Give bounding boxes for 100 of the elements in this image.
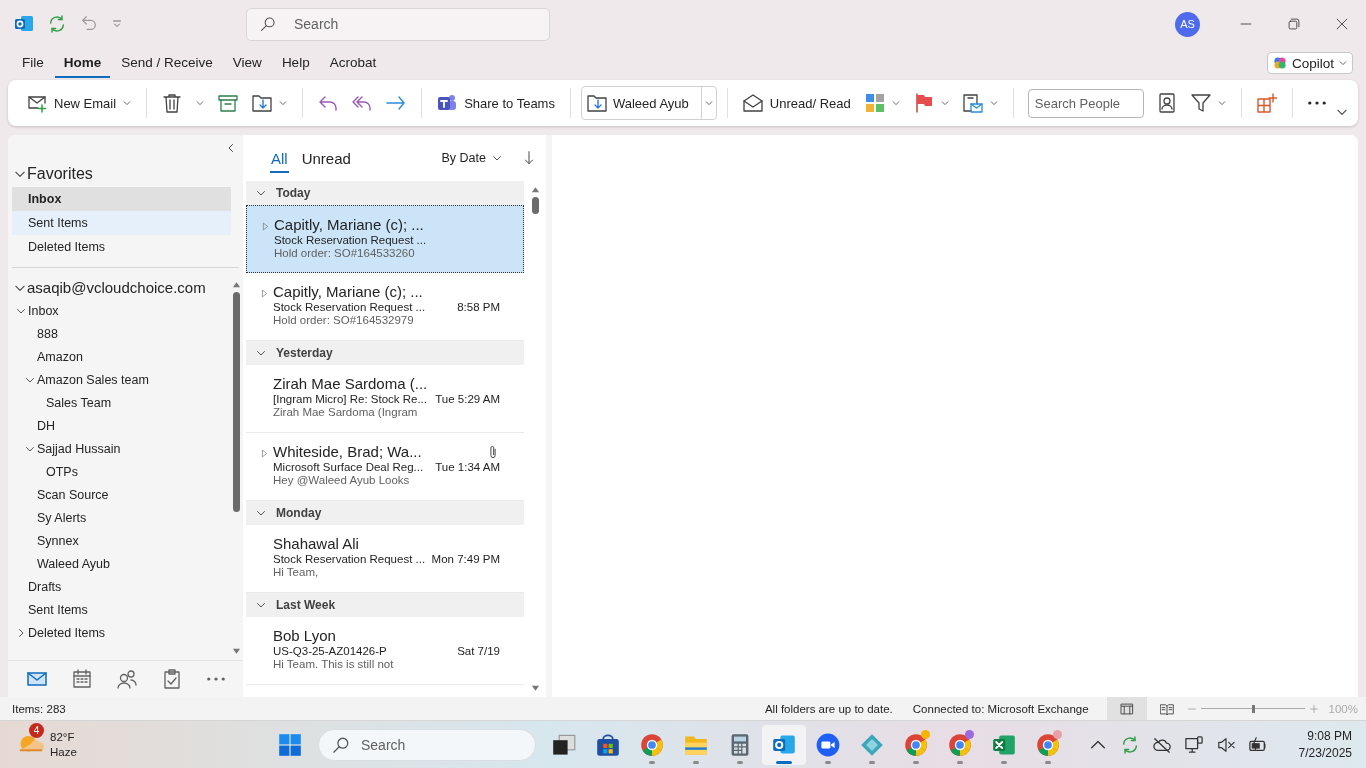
sort-arrow-icon[interactable] xyxy=(522,151,536,165)
browser-icon xyxy=(948,732,972,757)
network-icon[interactable] xyxy=(1184,735,1203,754)
video-app-icon xyxy=(816,732,840,757)
folder-item[interactable]: Scan Source xyxy=(8,483,229,506)
message-sender: Zirah Mae Sardoma (... xyxy=(273,375,428,392)
more-icon[interactable] xyxy=(206,677,225,681)
chevron-icon xyxy=(256,600,266,610)
folder-item[interactable]: Drafts xyxy=(8,575,229,598)
expand-triangle-icon[interactable] xyxy=(260,289,269,298)
folder-item[interactable]: Amazon Sales team xyxy=(8,368,229,391)
message-preview: Hold order: SO#164533260 xyxy=(274,247,415,259)
folder-item[interactable]: Sajjad Hussain xyxy=(8,437,229,460)
chevron-icon xyxy=(16,627,26,638)
group-header[interactable]: Today xyxy=(246,181,524,205)
search-people-field[interactable]: Search People xyxy=(1027,88,1144,118)
quick-step-button[interactable]: Waleed Ayub xyxy=(581,87,701,119)
folder-item[interactable]: Deleted Items xyxy=(8,621,229,644)
zoom-slider[interactable] xyxy=(1200,702,1305,715)
group-header[interactable]: Yesterday xyxy=(246,341,524,365)
menu-tab[interactable]: File xyxy=(13,48,53,78)
group-header[interactable]: Monday xyxy=(246,501,524,525)
people-icon[interactable] xyxy=(116,669,137,689)
message-item[interactable]: Zirah Mae Sardoma (... [Ingram Micro] Re: Stock Re... Tue 5:29 AM Zirah Mae Sardoma (Ingram xyxy=(246,365,524,433)
tasks-icon[interactable] xyxy=(161,669,182,689)
folder-item[interactable]: Synnex xyxy=(8,529,229,552)
message-time: Tue 1:34 AM xyxy=(435,460,500,473)
folder-item[interactable]: Inbox xyxy=(12,187,231,211)
message-subject: Stock Reservation Request ... xyxy=(274,234,427,246)
notification-badge: 4 xyxy=(29,722,44,738)
undo-icon[interactable] xyxy=(80,15,98,33)
contact-card-icon xyxy=(1156,93,1177,113)
caret-icon xyxy=(1339,59,1347,67)
taskbar-search-field[interactable]: Search xyxy=(318,728,536,761)
mail-icon[interactable] xyxy=(26,669,47,689)
scrollbar-thumb[interactable] xyxy=(531,197,539,214)
share-button[interactable]: Share to Teams xyxy=(432,87,560,119)
scrollbar-thumb[interactable] xyxy=(232,292,240,512)
envelope-plus-icon xyxy=(27,93,47,113)
store-bag-icon xyxy=(596,732,620,757)
sort-button[interactable]: By Date xyxy=(441,151,502,165)
unread-read-button[interactable]: Unread/ Read xyxy=(737,87,856,119)
menu-tab[interactable]: Acrobat xyxy=(320,48,386,78)
folder-item[interactable]: Deleted Items xyxy=(12,235,231,259)
chevron-icon[interactable] xyxy=(226,143,236,153)
scroll-down-icon xyxy=(231,647,241,656)
browser-icon xyxy=(904,732,928,757)
message-preview: Hold order: SO#164532979 xyxy=(273,314,414,326)
sync-icon[interactable] xyxy=(1120,735,1139,754)
envelope-board-icon xyxy=(962,93,983,113)
task-view-icon xyxy=(552,732,576,757)
filter-tab[interactable]: Unread xyxy=(300,143,352,173)
folder-item[interactable]: Waleed Ayub xyxy=(8,552,229,575)
copilot-button[interactable]: Copilot xyxy=(1266,52,1353,74)
message-item[interactable]: Bob Lyon US-Q3-25-AZ01426-P Sat 7/19 Hi Team. This is still not xyxy=(246,617,524,685)
restore-icon[interactable] xyxy=(1287,17,1301,31)
account-header[interactable]: asaqib@vcloudchoice.com xyxy=(8,276,229,299)
folder-item[interactable]: Sent Items xyxy=(8,598,229,621)
filter-tab[interactable]: All xyxy=(270,143,289,173)
favorites-header[interactable]: Favorites xyxy=(8,159,243,187)
clock-time: 9:08 PM xyxy=(1307,727,1352,745)
weather-widget[interactable]: 4 82°F Haze xyxy=(0,721,138,768)
folder-item[interactable]: 888 xyxy=(8,322,229,345)
cloud-off-icon[interactable] xyxy=(1152,735,1171,754)
message-item[interactable]: Capitly, Mariane (c); ... Stock Reservation Request ... Hold order: SO#164533260 xyxy=(246,205,524,273)
reading-view-icon xyxy=(1159,701,1174,716)
expand-triangle-icon[interactable] xyxy=(261,222,270,231)
close-icon[interactable] xyxy=(1335,17,1349,31)
folder-item[interactable]: Sy Alerts xyxy=(8,506,229,529)
new-email-button[interactable]: New Email xyxy=(22,87,137,119)
folder-item[interactable]: Sent Items xyxy=(12,211,231,235)
battery-icon[interactable] xyxy=(1248,735,1267,754)
expand-triangle-icon[interactable] xyxy=(260,449,269,458)
avatar[interactable]: AS xyxy=(1175,11,1200,37)
group-header[interactable]: Last Week xyxy=(246,593,524,617)
menu-tab[interactable]: Home xyxy=(54,48,111,78)
app-logo-icon[interactable] xyxy=(14,14,34,34)
folder-item[interactable]: Sales Team xyxy=(8,391,229,414)
menu-tab[interactable]: Help xyxy=(272,48,319,78)
status-text: All folders are up to date. xyxy=(764,702,893,715)
sync-icon[interactable] xyxy=(48,15,66,33)
menu-tab[interactable]: View xyxy=(223,48,271,78)
folder-item[interactable]: Inbox xyxy=(8,299,229,322)
message-subject: Stock Reservation Request ... xyxy=(273,301,426,313)
folder-item[interactable]: OTPs xyxy=(8,460,229,483)
clock[interactable]: 9:08 PM 7/23/2025 xyxy=(1298,727,1352,762)
message-time: Tue 5:29 AM xyxy=(435,392,500,405)
browser-icon xyxy=(640,732,664,757)
muted-speaker-icon[interactable] xyxy=(1216,735,1235,754)
caret-icon xyxy=(704,99,713,107)
caret-icon xyxy=(279,99,288,107)
calendar-icon[interactable] xyxy=(71,669,92,689)
search-field[interactable]: Search xyxy=(246,7,550,41)
menu-tab[interactable]: Send / Receive xyxy=(112,48,222,78)
view-button[interactable] xyxy=(1106,697,1147,720)
spreadsheet-app-icon xyxy=(992,732,1016,757)
message-sender: Bob Lyon xyxy=(273,627,336,644)
message-preview: Hey @Waleed Ayub Looks xyxy=(273,474,410,486)
folder-item[interactable]: DH xyxy=(8,414,229,437)
folder-item[interactable]: Amazon xyxy=(8,345,229,368)
